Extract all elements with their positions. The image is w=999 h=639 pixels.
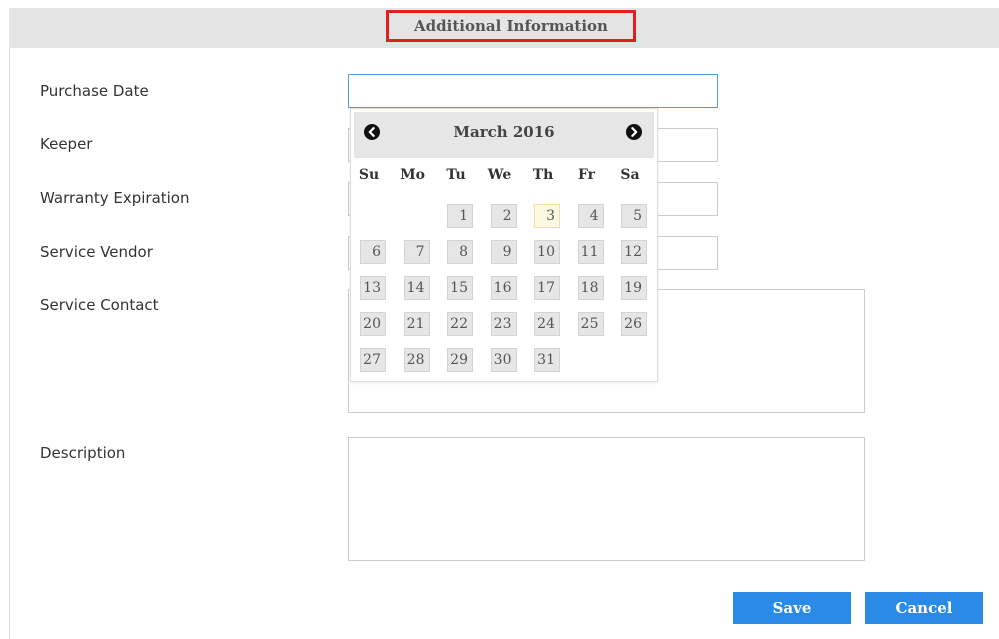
purchase-date-input[interactable] <box>348 74 718 108</box>
datepicker-day[interactable]: 22 <box>447 312 473 336</box>
datepicker-day[interactable]: 9 <box>490 240 517 264</box>
purchase-date-label: Purchase Date <box>40 82 149 100</box>
datepicker-day[interactable]: 17 <box>534 276 560 300</box>
datepicker-weekday-row: Su Mo Tu We Th Fr Sa <box>357 167 655 191</box>
cancel-button[interactable]: Cancel <box>865 592 983 624</box>
save-button[interactable]: Save <box>733 592 851 624</box>
datepicker-day[interactable]: 12 <box>621 240 647 264</box>
datepicker-day[interactable]: 26 <box>621 312 647 336</box>
datepicker-weekday: Tu <box>446 167 466 183</box>
service-contact-label: Service Contact <box>40 296 159 314</box>
datepicker-weekday: Mo <box>400 167 425 183</box>
keeper-label: Keeper <box>40 135 93 153</box>
datepicker-day[interactable]: 24 <box>534 312 560 336</box>
datepicker-weekday: Fr <box>577 167 596 183</box>
datepicker-weekday: Su <box>358 167 380 183</box>
datepicker-day[interactable]: 27 <box>360 348 386 372</box>
datepicker-day[interactable]: 21 <box>403 312 430 336</box>
datepicker-day[interactable]: 6 <box>360 240 386 264</box>
datepicker-month-title: March 2016 <box>453 123 555 141</box>
panel-left-border <box>9 48 10 639</box>
datepicker-popup: March 2016 Su Mo Tu We Th Fr Sa 1 2 3 4 5 6 7 8 9 10 11 1… <box>350 108 658 382</box>
datepicker-day[interactable]: 18 <box>577 276 604 300</box>
section-title: Additional Information <box>386 10 636 42</box>
datepicker-day[interactable]: 25 <box>577 312 604 336</box>
description-textarea[interactable] <box>348 437 865 561</box>
datepicker-day[interactable]: 8 <box>447 240 473 264</box>
datepicker-day[interactable]: 30 <box>490 348 517 372</box>
datepicker-weekday: Th <box>532 167 554 183</box>
datepicker-day[interactable]: 2 <box>490 204 517 228</box>
service-vendor-label: Service Vendor <box>40 243 153 261</box>
warranty-expiration-label: Warranty Expiration <box>40 189 190 207</box>
datepicker-header: March 2016 <box>354 112 654 158</box>
datepicker-day[interactable]: 7 <box>403 240 430 264</box>
datepicker-day[interactable]: 28 <box>403 348 430 372</box>
datepicker-day[interactable]: 4 <box>577 204 604 228</box>
description-label: Description <box>40 444 126 462</box>
datepicker-day[interactable]: 10 <box>534 240 560 264</box>
datepicker-day[interactable]: 31 <box>534 348 560 372</box>
datepicker-weekday: Sa <box>620 167 640 183</box>
datepicker-day[interactable]: 13 <box>360 276 386 300</box>
datepicker-day[interactable]: 16 <box>490 276 517 300</box>
datepicker-day[interactable]: 20 <box>360 312 386 336</box>
datepicker-day-today[interactable]: 3 <box>534 204 560 228</box>
datepicker-day[interactable]: 29 <box>447 348 473 372</box>
datepicker-weekday: We <box>487 167 512 183</box>
datepicker-day[interactable]: 5 <box>621 204 647 228</box>
datepicker-day[interactable]: 11 <box>577 240 604 264</box>
datepicker-day[interactable]: 14 <box>403 276 430 300</box>
datepicker-day[interactable]: 15 <box>447 276 473 300</box>
datepicker-day[interactable]: 19 <box>621 276 647 300</box>
datepicker-day[interactable]: 1 <box>447 204 473 228</box>
chevron-right-circle-icon[interactable] <box>626 124 642 140</box>
datepicker-day[interactable]: 23 <box>490 312 517 336</box>
asset-form-page: Additional Information Purchase Date Kee… <box>0 0 999 639</box>
